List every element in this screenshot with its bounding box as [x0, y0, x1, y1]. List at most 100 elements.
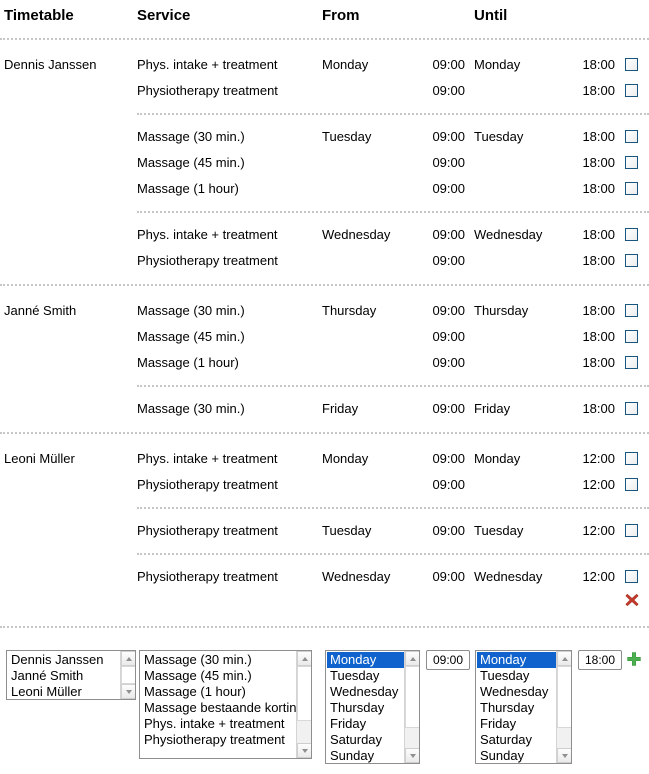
- from-time-input[interactable]: [426, 650, 470, 670]
- table-row: Phys. intake + treatment Wednesday 09:00 We…: [0, 222, 649, 248]
- scroll-up-button[interactable]: [557, 651, 571, 666]
- block-bottom-spacer: [0, 616, 649, 626]
- person-listbox[interactable]: Dennis Janssen Janné Smith Leoni Müller: [6, 650, 136, 700]
- person-option[interactable]: Janné Smith: [8, 668, 135, 684]
- row-checkbox[interactable]: [625, 356, 638, 369]
- until-time-value: 12:00: [582, 523, 615, 538]
- until-day-value: Tuesday: [474, 129, 524, 144]
- service-option[interactable]: Massage (45 min.): [141, 668, 311, 684]
- until-day-listbox-scrollbar[interactable]: [556, 651, 571, 763]
- person-name: Leoni Müller: [4, 451, 75, 466]
- until-time-value: 18:00: [582, 129, 615, 144]
- block-bottom-spacer: [0, 274, 649, 284]
- row-checkbox[interactable]: [625, 228, 638, 241]
- schedule-group: Janné Smith Massage (30 min.) Thursday 09:0…: [0, 298, 649, 376]
- group-gap: [0, 104, 649, 113]
- service-listbox[interactable]: Massage (30 min.) Massage (45 min.) Massag…: [139, 650, 312, 759]
- table-row: Leoni Müller Phys. intake + treatment Mond…: [0, 446, 649, 472]
- from-time-value: 09:00: [432, 129, 465, 144]
- until-day-value: Wednesday: [474, 569, 543, 584]
- person-option[interactable]: Dennis Janssen: [8, 652, 135, 668]
- scrollbar-thumb[interactable]: [297, 666, 311, 721]
- until-time-value: 18:00: [582, 181, 615, 196]
- table-row: Massage (30 min.) Friday 09:00 Friday 18:00: [0, 396, 649, 422]
- person-name: Dennis Janssen: [4, 57, 97, 72]
- person-block: Janné Smith Massage (30 min.) Thursday 09:0…: [0, 286, 649, 432]
- person-option[interactable]: Leoni Müller: [8, 684, 135, 699]
- delete-row: [0, 590, 649, 616]
- until-time-value: 18:00: [582, 253, 615, 268]
- table-row: Massage (1 hour) 09:00 18:00: [0, 350, 649, 376]
- from-time-value: 09:00: [432, 451, 465, 466]
- scroll-down-button[interactable]: [121, 684, 135, 699]
- until-day-value: Friday: [474, 401, 511, 416]
- row-checkbox[interactable]: [625, 304, 638, 317]
- from-day-value: Tuesday: [322, 523, 372, 538]
- scrollbar-thumb[interactable]: [405, 666, 419, 728]
- until-time-input[interactable]: [578, 650, 622, 670]
- from-time-value: 09:00: [432, 477, 465, 492]
- until-time-value: 12:00: [582, 451, 615, 466]
- from-time-value: 09:00: [432, 401, 465, 416]
- service-name: Phys. intake + treatment: [137, 57, 278, 72]
- chevron-down-icon: [126, 690, 132, 694]
- scrollbar-thumb[interactable]: [557, 666, 571, 728]
- service-option[interactable]: Phys. intake + treatment: [141, 716, 311, 732]
- service-name: Physiotherapy treatment: [137, 477, 278, 492]
- chevron-up-icon: [126, 657, 132, 661]
- until-day-value: Monday: [474, 451, 521, 466]
- row-checkbox[interactable]: [625, 84, 638, 97]
- row-checkbox[interactable]: [625, 130, 638, 143]
- until-time-value: 18:00: [582, 227, 615, 242]
- scroll-down-button[interactable]: [405, 748, 419, 763]
- block-bottom-spacer: [0, 422, 649, 432]
- person-listbox-scrollbar[interactable]: [120, 651, 135, 699]
- row-checkbox[interactable]: [625, 156, 638, 169]
- row-checkbox[interactable]: [625, 478, 638, 491]
- scroll-up-button[interactable]: [297, 651, 311, 666]
- row-checkbox[interactable]: [625, 402, 638, 415]
- row-checkbox[interactable]: [625, 330, 638, 343]
- service-option[interactable]: Massage (1 hour): [141, 684, 311, 700]
- row-checkbox[interactable]: [625, 570, 638, 583]
- from-day-value: Friday: [322, 401, 359, 416]
- table-row: Janné Smith Massage (30 min.) Thursday 09:0…: [0, 298, 649, 324]
- add-icon[interactable]: [626, 651, 642, 667]
- row-checkbox[interactable]: [625, 254, 638, 267]
- service-name: Massage (45 min.): [137, 329, 245, 344]
- until-day-value: Tuesday: [474, 523, 524, 538]
- column-header-from: From: [322, 7, 360, 24]
- column-header-service: Service: [137, 7, 191, 24]
- service-option[interactable]: Physiotherapy treatment: [141, 732, 311, 748]
- chevron-down-icon: [410, 754, 416, 758]
- add-entry-form: Dennis Janssen Janné Smith Leoni Müller Ma…: [0, 628, 649, 774]
- row-checkbox[interactable]: [625, 58, 638, 71]
- table-row: Physiotherapy treatment Tuesday 09:00 Tuesd…: [0, 518, 649, 544]
- scroll-up-button[interactable]: [405, 651, 419, 666]
- service-option[interactable]: Massage bestaande kortin: [141, 700, 311, 716]
- chevron-up-icon: [410, 657, 416, 661]
- service-name: Physiotherapy treatment: [137, 569, 278, 584]
- row-checkbox[interactable]: [625, 182, 638, 195]
- scroll-down-button[interactable]: [557, 748, 571, 763]
- scroll-up-button[interactable]: [121, 651, 135, 666]
- service-name: Massage (30 min.): [137, 401, 245, 416]
- delete-icon[interactable]: [624, 592, 640, 608]
- scrollbar-thumb[interactable]: [121, 666, 135, 684]
- scroll-down-button[interactable]: [297, 743, 311, 758]
- service-name: Physiotherapy treatment: [137, 83, 278, 98]
- service-option[interactable]: Massage (30 min.): [141, 652, 311, 668]
- row-checkbox[interactable]: [625, 524, 638, 537]
- until-time-value: 12:00: [582, 477, 615, 492]
- from-day-listbox-scrollbar[interactable]: [404, 651, 419, 763]
- service-listbox-scrollbar[interactable]: [296, 651, 311, 758]
- chevron-up-icon: [562, 657, 568, 661]
- person-block: Leoni Müller Phys. intake + treatment Mond…: [0, 434, 649, 626]
- until-time-value: 18:00: [582, 57, 615, 72]
- block-top-spacer: [0, 40, 649, 52]
- row-checkbox[interactable]: [625, 452, 638, 465]
- from-day-value: Wednesday: [322, 569, 391, 584]
- chevron-down-icon: [302, 749, 308, 753]
- schedule-group: Phys. intake + treatment Wednesday 09:00 We…: [0, 222, 649, 274]
- from-time-value: 09:00: [432, 57, 465, 72]
